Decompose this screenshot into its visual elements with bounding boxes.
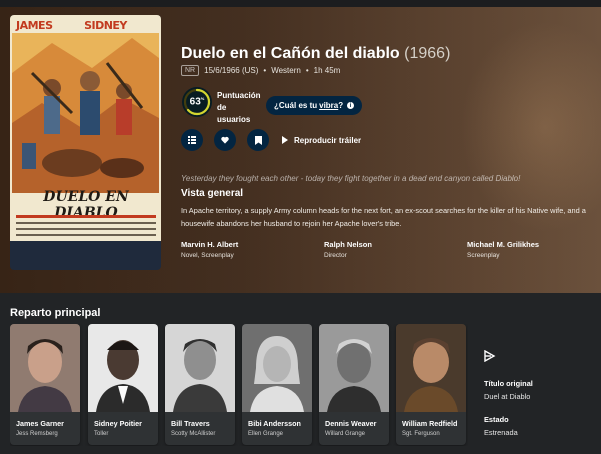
crew-name[interactable]: Michael M. Grilikhes (467, 240, 539, 249)
poster[interactable]: JAMES GARNER SIDNEY POITIER DUELO EN DIA… (10, 15, 161, 270)
cast-photo[interactable] (165, 324, 235, 412)
tagline: Yesterday they fought each other - today… (181, 174, 521, 183)
overview-heading: Vista general (181, 188, 244, 199)
cast-name[interactable]: Dennis Weaver (325, 419, 376, 428)
original-title-label: Título original (484, 379, 533, 388)
cast-character: Toller (94, 431, 109, 437)
cast-photo[interactable] (396, 324, 466, 412)
cast-photo[interactable] (88, 324, 158, 412)
heart-icon (221, 136, 229, 144)
user-score-label: Puntuación de usuarios (217, 91, 261, 124)
action-bar: Reproducir tráiler (181, 129, 361, 151)
user-score-value: 63% (189, 96, 205, 108)
cast-photo[interactable] (242, 324, 312, 412)
separator-dot: • (305, 66, 309, 75)
runtime: 1h 45m (313, 66, 341, 75)
crew-name[interactable]: Ralph Nelson (324, 240, 372, 249)
crew-member: Michael M. Grilikhes Screenplay (467, 240, 539, 259)
cast-card[interactable]: James Garner Jess Remsberg (10, 324, 80, 445)
cast-character: Ellen Grange (248, 431, 284, 437)
top-bar (0, 0, 601, 7)
poster-credits (16, 211, 156, 237)
cast-character: Sgt. Ferguson (402, 431, 440, 437)
cast-heading: Reparto principal (10, 307, 101, 319)
cast-character: Jess Remsberg (16, 431, 58, 437)
add-to-list-button[interactable] (181, 129, 203, 151)
play-trailer-button[interactable]: Reproducir tráiler (282, 136, 361, 145)
poster-artwork (12, 33, 159, 193)
crew-member: Ralph Nelson Director (324, 240, 372, 259)
cast-card[interactable]: Dennis Weaver Willard Grange (319, 324, 389, 445)
cast-name[interactable]: Sidney Poitier (94, 419, 142, 428)
certification-badge: NR (181, 65, 200, 76)
favorite-button[interactable] (214, 129, 236, 151)
social-link-icon[interactable] (484, 350, 496, 362)
release-date: 15/6/1966 (US) (204, 66, 259, 75)
status-label: Estado (484, 415, 509, 424)
crew-role: Director (324, 252, 347, 259)
cast-character: Willard Grange (325, 431, 366, 437)
bookmark-icon (254, 135, 262, 145)
overview-text: In Apache territory, a supply Army colum… (181, 206, 586, 228)
user-score-chart[interactable]: 63% (182, 87, 212, 117)
crew-name[interactable]: Marvin H. Albert (181, 240, 238, 249)
cast-photo[interactable] (319, 324, 389, 412)
cast-card[interactable]: Bibi Andersson Ellen Grange (242, 324, 312, 445)
separator-dot: • (263, 66, 267, 75)
movie-title[interactable]: Duelo en el Cañón del diablo (181, 45, 400, 62)
status-value: Estrenada (484, 428, 518, 437)
genre-link[interactable]: Western (271, 66, 301, 75)
list-icon (188, 136, 196, 144)
cast-character: Scotty McAllister (171, 431, 216, 437)
cast-name[interactable]: Bibi Andersson (248, 419, 301, 428)
movie-facts: NR 15/6/1966 (US) • Western • 1h 45m (181, 65, 340, 76)
cast-name[interactable]: James Garner (16, 419, 64, 428)
cast-photo[interactable] (10, 324, 80, 412)
cast-card[interactable]: William Redfield Sgt. Ferguson (396, 324, 466, 445)
info-icon: i (347, 102, 355, 109)
cast-card[interactable]: Bill Travers Scotty McAllister (165, 324, 235, 445)
page-title[interactable]: Duelo en el Cañón del diablo (1966) (181, 45, 450, 63)
crew-member: Marvin H. Albert Novel, Screenplay (181, 240, 238, 259)
play-icon (282, 136, 288, 144)
movie-details: Duelo en el Cañón del diablo (1966) NR 1… (180, 7, 600, 293)
cast-card[interactable]: Sidney Poitier Toller (88, 324, 158, 445)
crew-role: Screenplay (467, 252, 500, 259)
original-title-value: Duel at Diablo (484, 392, 531, 401)
vibe-button[interactable]: ¿Cuál es tu vibra? i (266, 96, 363, 115)
cast-scroller[interactable]: James Garner Jess Remsberg Sidney Poitie… (10, 324, 468, 446)
cast-name[interactable]: William Redfield (402, 419, 457, 428)
poster-image: JAMES GARNER SIDNEY POITIER DUELO EN DIA… (10, 15, 161, 241)
crew-role: Novel, Screenplay (181, 252, 234, 259)
watchlist-button[interactable] (247, 129, 269, 151)
movie-year: (1966) (404, 45, 451, 62)
cast-name[interactable]: Bill Travers (171, 419, 210, 428)
